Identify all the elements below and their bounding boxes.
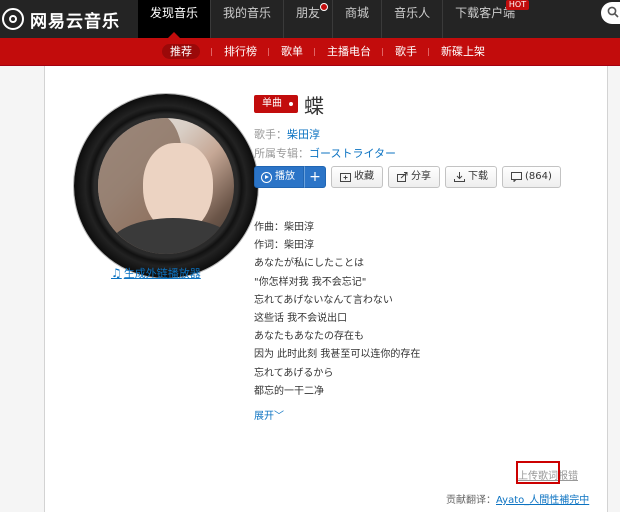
subnav-playlists[interactable]: 歌单 <box>269 38 315 65</box>
comments-count: (864) <box>525 171 552 182</box>
nav-label: 朋友 <box>296 6 321 20</box>
highlight-box <box>516 461 560 484</box>
subnav-label: 排行榜 <box>224 45 257 58</box>
subnav-label: 主播电台 <box>327 45 371 58</box>
nav-friends[interactable]: 朋友 <box>284 0 332 38</box>
music-note-icon: ♫ <box>111 266 122 280</box>
nav-my-music[interactable]: 我的音乐 <box>211 0 283 38</box>
share-label: 分享 <box>411 171 431 182</box>
comments-button[interactable]: (864) <box>502 166 561 188</box>
search-icon <box>607 6 619 18</box>
song-title: 蝶 <box>304 94 324 118</box>
download-icon <box>454 172 465 182</box>
add-to-playlist-button[interactable]: + <box>304 166 326 188</box>
collect-label: 收藏 <box>354 171 374 182</box>
lyric-line: 这些话 我不会说出口 <box>254 312 348 324</box>
folder-plus-icon <box>340 173 351 182</box>
nav-musician[interactable]: 音乐人 <box>382 0 442 38</box>
lyric-line: "你怎样对我 我不会忘记" <box>254 276 367 288</box>
subnav-recommend[interactable]: 推荐 <box>150 38 212 65</box>
lyric-line: 忘れてあげるから <box>254 367 334 379</box>
notification-dot <box>320 3 329 11</box>
hot-badge: HOT <box>505 0 530 10</box>
action-buttons: 播放 + 收藏 分享 下载 (864) <box>254 166 561 188</box>
share-icon <box>397 172 408 182</box>
subnav-label: 歌手 <box>395 45 417 58</box>
lyric-line: 因为 此时此刻 我甚至可以连你的存在 <box>254 349 421 361</box>
top-bar: 网易云音乐 发现音乐 我的音乐 朋友 商城 音乐人 下载客户端 HOT <box>0 0 620 38</box>
subnav-charts[interactable]: 排行榜 <box>212 38 269 65</box>
artist-link[interactable]: 柴田淳 <box>287 128 320 141</box>
comment-icon <box>511 172 522 182</box>
lyric-line: あなたが私にしたことは <box>254 258 364 270</box>
nav-label: 发现音乐 <box>150 6 199 20</box>
lyric-line: 忘れてあげないなんて言わない <box>254 294 393 306</box>
chevron-down-icon: ﹀ <box>274 411 284 422</box>
lyric-line: 作曲：柴田淳 <box>254 222 314 233</box>
nav-label: 音乐人 <box>394 6 431 20</box>
share-button[interactable]: 分享 <box>388 166 440 188</box>
credit-user-link[interactable]: Ayato_人間性補完中 <box>496 495 589 506</box>
nav-label: 我的音乐 <box>223 6 272 20</box>
album-cover <box>98 118 234 254</box>
expand-label: 展开 <box>254 411 274 422</box>
logo[interactable]: 网易云音乐 <box>2 2 120 36</box>
nav-download-client[interactable]: 下载客户端 HOT <box>443 0 530 38</box>
main-nav: 发现音乐 我的音乐 朋友 商城 音乐人 下载客户端 HOT <box>138 0 530 38</box>
vinyl-record <box>74 94 258 278</box>
download-label: 下载 <box>468 171 488 182</box>
lyrics: 作曲：柴田淳 作词：柴田淳 あなたが私にしたことは "你怎样对我 我不会忘记" … <box>254 219 574 401</box>
download-button[interactable]: 下载 <box>445 166 497 188</box>
logo-text: 网易云音乐 <box>30 11 120 32</box>
subnav-label: 推荐 <box>162 44 200 59</box>
search-box[interactable] <box>601 2 620 24</box>
album-link[interactable]: ゴーストライター <box>309 147 396 160</box>
nav-label: 商城 <box>345 6 370 20</box>
subnav-radio[interactable]: 主播电台 <box>315 38 383 65</box>
generate-player-label: 生成外链播放器 <box>123 267 201 280</box>
subnav-label: 新碟上架 <box>441 45 485 58</box>
play-group: 播放 + <box>254 166 326 188</box>
play-icon <box>261 171 272 183</box>
expand-lyrics-link[interactable]: 展开﹀ <box>254 407 284 422</box>
subnav-label: 歌单 <box>281 45 303 58</box>
credit-label: 贡献翻译： <box>446 495 496 506</box>
album-label: 所属专辑： <box>254 147 309 160</box>
album-row: 所属专辑：ゴーストライター <box>254 145 396 161</box>
artist-label: 歌手： <box>254 128 287 141</box>
netease-logo-icon <box>2 8 24 30</box>
artist-row: 歌手：柴田淳 <box>254 126 320 142</box>
subnav-new-albums[interactable]: 新碟上架 <box>429 38 497 65</box>
translation-credit: 贡献翻译：Ayato_人間性補完中 <box>446 491 589 506</box>
lyric-line: あなたもあなたの存在も <box>254 331 364 343</box>
play-button[interactable]: 播放 <box>254 166 304 188</box>
sub-nav-bar: 推荐 排行榜 歌单 主播电台 歌手 新碟上架 <box>0 38 620 66</box>
generate-player-link[interactable]: ♫ 生成外链播放器 <box>111 265 201 281</box>
report-link[interactable]: 报错 <box>558 471 578 482</box>
subnav-artists[interactable]: 歌手 <box>383 38 429 65</box>
lyric-line: 作词：柴田淳 <box>254 240 314 252</box>
nav-store[interactable]: 商城 <box>333 0 381 38</box>
lyric-line: 都忘的一干二净 <box>254 385 324 397</box>
nav-discover[interactable]: 发现音乐 <box>138 0 211 38</box>
single-tag: 单曲 <box>254 95 298 113</box>
play-label: 播放 <box>275 171 295 182</box>
sub-nav: 推荐 排行榜 歌单 主播电台 歌手 新碟上架 <box>150 38 497 65</box>
collect-button[interactable]: 收藏 <box>331 166 383 188</box>
